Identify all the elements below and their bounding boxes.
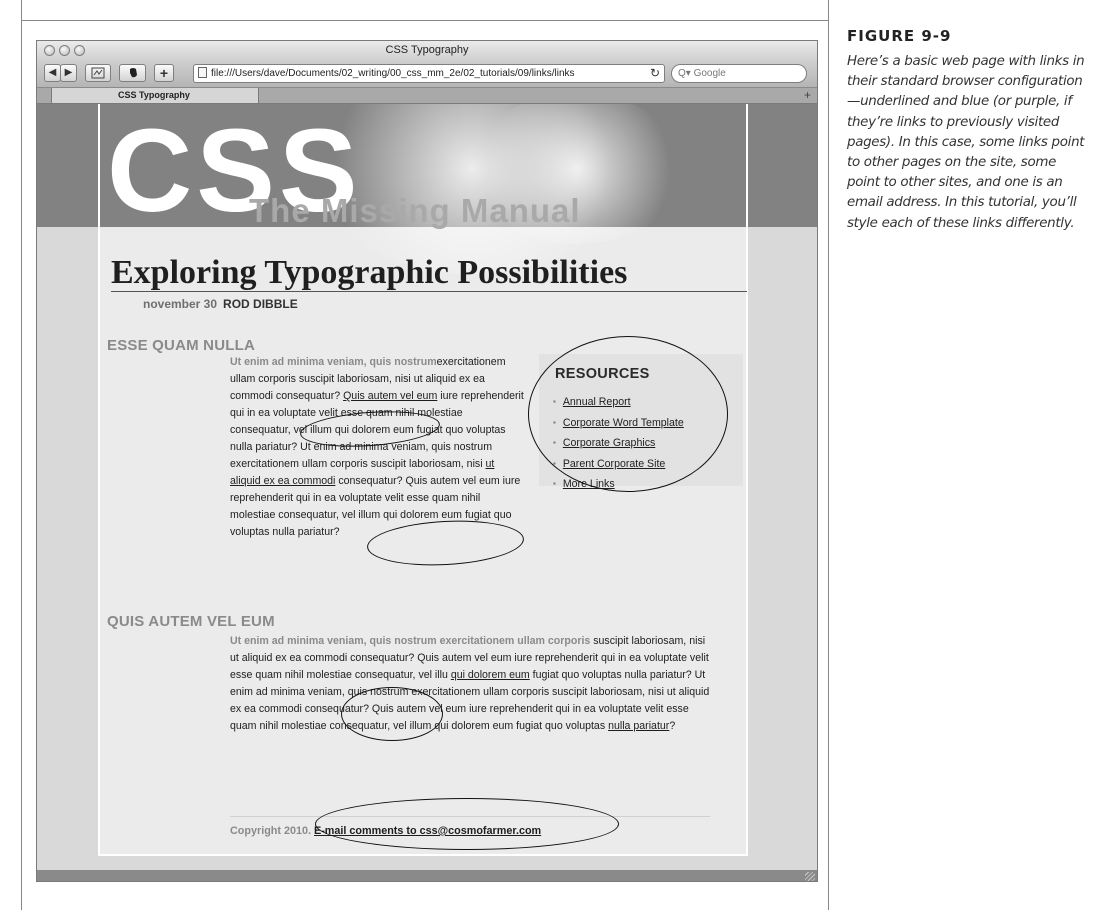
title-bar: CSS Typography: [37, 41, 817, 61]
section-2-paragraph: Ut enim ad minima veniam, quis nostrum e…: [230, 633, 714, 735]
address-text: file:///Users/dave/Documents/02_writing/…: [211, 68, 575, 79]
resources-list: Annual Report Corporate Word Template Co…: [553, 392, 684, 495]
address-bar[interactable]: file:///Users/dave/Documents/02_writing/…: [193, 64, 665, 83]
resources-sidebar: RESOURCES Annual Report Corporate Word T…: [539, 354, 743, 490]
byline-author: ROD DIBBLE: [223, 297, 298, 311]
resource-item: Corporate Word Template: [553, 413, 684, 434]
plus-icon: +: [159, 65, 169, 81]
add-bookmark-button[interactable]: +: [154, 64, 174, 82]
link-annual-report[interactable]: Annual Report: [563, 396, 631, 408]
new-tab-icon[interactable]: +: [804, 88, 811, 102]
byline: november 30 ROD DIBBLE: [143, 297, 298, 311]
snapback-button[interactable]: [85, 64, 111, 82]
back-button[interactable]: ◀: [44, 64, 61, 82]
link-qui-dolorem[interactable]: qui dolorem eum: [451, 669, 530, 681]
section-heading-1: ESSE QUAM NULLA: [107, 337, 256, 354]
page-headline: Exploring Typographic Possibilities: [111, 254, 628, 291]
resource-item: Parent Corporate Site: [553, 454, 684, 475]
resize-handle-icon[interactable]: [805, 872, 815, 881]
resource-item: Annual Report: [553, 392, 684, 413]
window-title: CSS Typography: [385, 44, 469, 56]
reload-icon[interactable]: ↻: [650, 65, 660, 82]
section-1-text-b: iure reprehenderit qui in ea voluptate v…: [230, 390, 524, 470]
resource-item: More Links: [553, 474, 684, 495]
evernote-button[interactable]: [119, 64, 146, 82]
forward-icon: ▶: [64, 67, 73, 78]
back-icon: ◀: [48, 67, 57, 78]
copyright-text: Copyright 2010.: [230, 825, 314, 837]
snapback-icon: [91, 67, 105, 79]
tab-bar: CSS Typography +: [37, 88, 817, 104]
browser-window: CSS Typography ◀ ▶ + file:///Users/dave/…: [36, 40, 818, 882]
link-parent-site[interactable]: Parent Corporate Site: [563, 458, 665, 470]
headline-rule: [111, 291, 747, 292]
search-field[interactable]: Q▾ Google: [671, 64, 807, 83]
search-placeholder: Google: [693, 68, 726, 79]
section-1-paragraph-intro: Ut enim ad minima veniam, quis nostrumex…: [230, 354, 525, 541]
footer: Copyright 2010. E-mail comments to css@c…: [230, 825, 541, 837]
link-quis-autem[interactable]: Quis autem vel eum: [343, 390, 437, 402]
page-icon: [198, 67, 207, 78]
browser-toolbar: ◀ ▶ + file:///Users/dave/Documents/02_wr…: [37, 61, 817, 88]
link-nulla-pariatur[interactable]: nulla pariatur: [608, 720, 669, 732]
section-2-lead: Ut enim ad minima veniam, quis nostrum e…: [230, 635, 591, 647]
email-link[interactable]: E-mail comments to css@cosmofarmer.com: [314, 825, 541, 837]
section-heading-2: QUIS AUTEM VEL EUM: [107, 613, 275, 630]
resource-item: Corporate Graphics: [553, 433, 684, 454]
figure-label: FIGURE 9-9: [847, 27, 952, 45]
evernote-icon: [129, 68, 137, 78]
footer-rule: [230, 816, 710, 817]
section-1-lead: Ut enim ad minima veniam, quis nostrum: [230, 356, 437, 368]
search-icon: Q▾: [678, 68, 691, 79]
section-2-text-c: ?: [669, 720, 676, 732]
status-bar: [37, 870, 817, 881]
resources-title: RESOURCES: [555, 366, 650, 382]
page-viewport: CSS The Missing Manual Exploring Typogra…: [37, 104, 817, 870]
figure-caption: Here’s a basic web page with links in th…: [847, 54, 1085, 231]
link-more-links[interactable]: More Links: [563, 478, 615, 490]
forward-button[interactable]: ▶: [60, 64, 77, 82]
link-word-template[interactable]: Corporate Word Template: [563, 417, 684, 429]
content-box-border: [98, 104, 748, 227]
link-corporate-graphics[interactable]: Corporate Graphics: [563, 437, 655, 449]
byline-date: november 30: [143, 297, 218, 311]
tab-css-typography[interactable]: CSS Typography: [51, 88, 259, 104]
figure-frame-top-rule: [21, 20, 829, 21]
